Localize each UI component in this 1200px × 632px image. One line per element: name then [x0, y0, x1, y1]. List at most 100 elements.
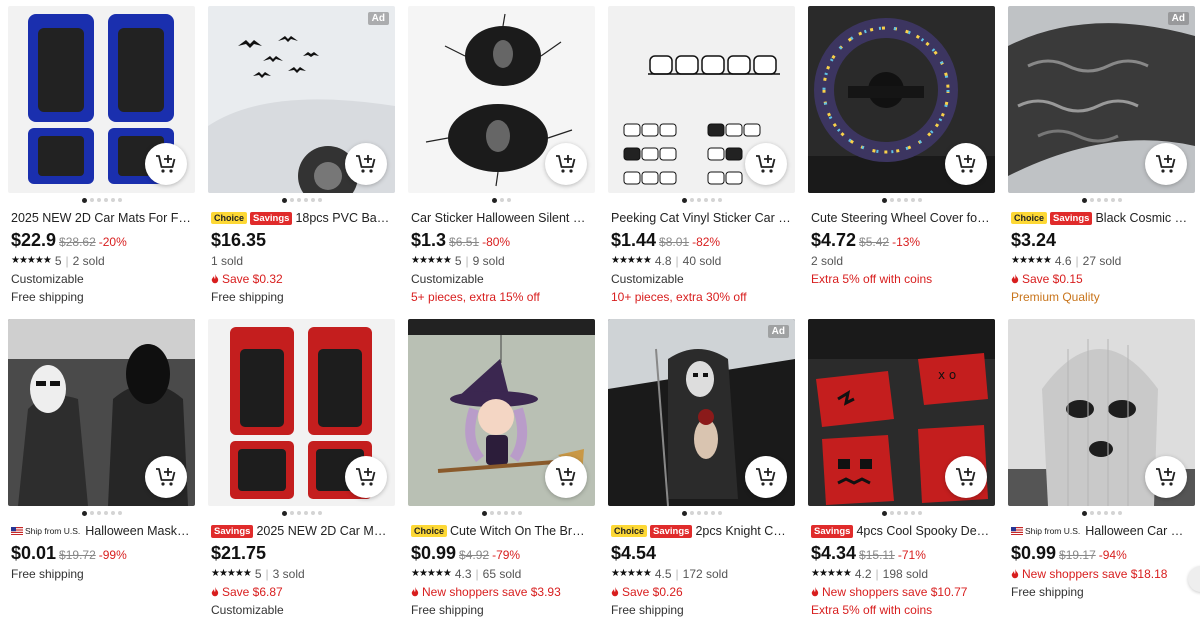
product-title-row[interactable]: Ship from U.S. Halloween Car Hea...: [1008, 522, 1195, 540]
product-image[interactable]: Ad: [208, 6, 395, 193]
carousel-dot[interactable]: [696, 511, 701, 515]
product-title[interactable]: Cute Steering Wheel Cover for ...: [811, 211, 991, 225]
product-image[interactable]: [408, 319, 595, 506]
product-title-row[interactable]: ChoiceSavings18pcs PVC Bat Sti...: [208, 209, 395, 227]
product-title[interactable]: 4pcs Cool Spooky Desig...: [856, 524, 991, 538]
carousel-dot[interactable]: [317, 198, 322, 202]
product-card[interactable]: 2025 NEW 2D Car Mats For For... $22.9 $28.…: [8, 6, 195, 319]
product-title-row[interactable]: Choice Cute Witch On The Broo...: [408, 522, 595, 540]
carousel-dot[interactable]: [881, 510, 887, 516]
carousel-dot[interactable]: [489, 511, 494, 515]
carousel-dot[interactable]: [717, 511, 722, 515]
carousel-dot[interactable]: [303, 511, 308, 515]
product-title-row[interactable]: Car Sticker Halloween Silent Sku...: [408, 209, 595, 227]
carousel-dot[interactable]: [889, 198, 894, 202]
carousel-dot[interactable]: [1081, 510, 1087, 516]
carousel-dot[interactable]: [96, 511, 101, 515]
product-title[interactable]: Halloween Car Hea...: [1085, 524, 1191, 538]
carousel-dot[interactable]: [117, 511, 122, 515]
carousel-dot[interactable]: [889, 511, 894, 515]
product-image[interactable]: x o: [808, 319, 995, 506]
carousel-dot[interactable]: [710, 511, 715, 515]
product-card[interactable]: Ad ChoiceSavingsBlack Cosmic Car... $3.24 ★…: [1008, 6, 1195, 319]
add-to-cart-button[interactable]: [545, 143, 587, 185]
product-card[interactable]: Ad ChoiceSavings18pcs PVC Bat Sti... $16.3…: [208, 6, 395, 319]
product-title-row[interactable]: Savings 4pcs Cool Spooky Desig...: [808, 522, 995, 540]
carousel-dot[interactable]: [281, 197, 287, 203]
carousel-dot[interactable]: [103, 198, 108, 202]
carousel-dot[interactable]: [917, 198, 922, 202]
product-image[interactable]: [808, 6, 995, 193]
add-to-cart-button[interactable]: [145, 456, 187, 498]
carousel-dot[interactable]: [910, 511, 915, 515]
carousel-dot[interactable]: [503, 511, 508, 515]
carousel-dot[interactable]: [710, 198, 715, 202]
carousel-dot[interactable]: [1110, 511, 1115, 515]
carousel-dot[interactable]: [492, 197, 497, 203]
product-image[interactable]: [408, 6, 595, 193]
product-image[interactable]: [8, 6, 195, 193]
product-card[interactable]: Car Sticker Halloween Silent Sku... $1.3 $…: [408, 6, 595, 319]
add-to-cart-button[interactable]: [945, 456, 987, 498]
add-to-cart-button[interactable]: [1145, 456, 1187, 498]
product-title-row[interactable]: Savings 2025 NEW 2D Car Mats ...: [208, 522, 395, 540]
product-title-row[interactable]: ChoiceSavings2pcs Knight Car B...: [608, 522, 795, 540]
add-to-cart-button[interactable]: [745, 456, 787, 498]
carousel-dot[interactable]: [303, 198, 308, 202]
carousel-dot[interactable]: [1089, 198, 1094, 202]
product-title[interactable]: Cute Witch On The Broo...: [450, 524, 591, 538]
carousel-dot[interactable]: [1110, 198, 1115, 202]
carousel-dot[interactable]: [910, 198, 915, 202]
product-card[interactable]: Ship from U.S. Halloween Masked... $0.01 $1…: [8, 319, 195, 632]
carousel-dot[interactable]: [681, 197, 687, 203]
carousel-dot[interactable]: [1103, 511, 1108, 515]
carousel-dot[interactable]: [296, 198, 301, 202]
carousel-dot[interactable]: [1117, 198, 1122, 202]
carousel-dot[interactable]: [481, 510, 487, 516]
product-image[interactable]: [208, 319, 395, 506]
carousel-dot[interactable]: [1089, 511, 1094, 515]
add-to-cart-button[interactable]: [345, 143, 387, 185]
carousel-dot[interactable]: [1103, 198, 1108, 202]
product-title[interactable]: 18pcs PVC Bat Sti...: [295, 211, 391, 225]
carousel-dot[interactable]: [881, 197, 887, 203]
product-card[interactable]: x o Savings 4pcs Cool Spooky Desig... $4.3…: [808, 319, 995, 632]
carousel-dot[interactable]: [317, 511, 322, 515]
product-title-row[interactable]: Peeking Cat Vinyl Sticker Car Wi...: [608, 209, 795, 227]
carousel-dot[interactable]: [917, 511, 922, 515]
add-to-cart-button[interactable]: [345, 456, 387, 498]
carousel-dot[interactable]: [903, 198, 908, 202]
carousel-dot[interactable]: [310, 198, 315, 202]
carousel-dot[interactable]: [1096, 198, 1101, 202]
product-title[interactable]: Car Sticker Halloween Silent Sku...: [411, 211, 591, 225]
product-card[interactable]: Savings 2025 NEW 2D Car Mats ... $21.75 ★★★…: [208, 319, 395, 632]
product-title[interactable]: Peeking Cat Vinyl Sticker Car Wi...: [611, 211, 791, 225]
product-image[interactable]: Ad: [608, 319, 795, 506]
carousel-dot[interactable]: [703, 198, 708, 202]
product-card[interactable]: Ship from U.S. Halloween Car Hea... $0.99$…: [1008, 319, 1195, 632]
product-image[interactable]: [608, 6, 795, 193]
product-title-row[interactable]: Cute Steering Wheel Cover for ...: [808, 209, 995, 227]
carousel-dot[interactable]: [117, 198, 122, 202]
carousel-dot[interactable]: [81, 197, 87, 203]
carousel-dot[interactable]: [310, 511, 315, 515]
product-image[interactable]: Ad: [1008, 6, 1195, 193]
product-title-row[interactable]: 2025 NEW 2D Car Mats For For...: [8, 209, 195, 227]
carousel-dot[interactable]: [110, 511, 115, 515]
carousel-dot[interactable]: [289, 511, 294, 515]
carousel-dot[interactable]: [689, 198, 694, 202]
carousel-dot[interactable]: [689, 511, 694, 515]
carousel-dot[interactable]: [903, 511, 908, 515]
add-to-cart-button[interactable]: [145, 143, 187, 185]
product-card[interactable]: Choice Cute Witch On The Broo... $0.99 $4.9…: [408, 319, 595, 632]
carousel-dot[interactable]: [717, 198, 722, 202]
carousel-dot[interactable]: [289, 198, 294, 202]
carousel-dot[interactable]: [1117, 511, 1122, 515]
carousel-dot[interactable]: [496, 511, 501, 515]
product-title[interactable]: 2025 NEW 2D Car Mats For For...: [11, 211, 191, 225]
carousel-dot[interactable]: [81, 510, 87, 516]
product-image[interactable]: [1008, 319, 1195, 506]
product-title[interactable]: Halloween Masked...: [85, 524, 191, 538]
carousel-dot[interactable]: [510, 511, 515, 515]
product-title[interactable]: Black Cosmic Car...: [1095, 211, 1191, 225]
